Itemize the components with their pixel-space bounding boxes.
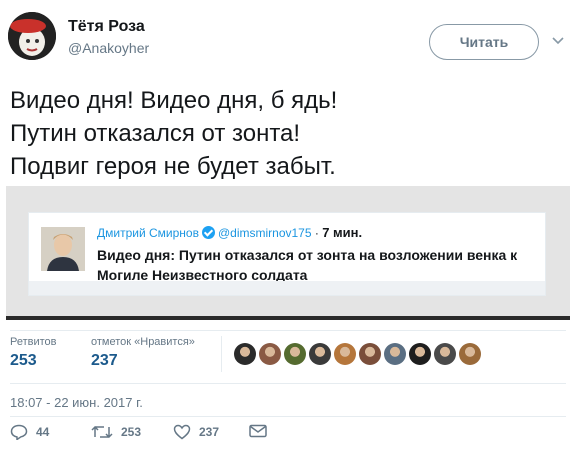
reply-count: 44 (36, 425, 50, 439)
retweet-icon (91, 425, 113, 439)
reply-button[interactable]: 44 (10, 424, 49, 440)
like-button[interactable]: 237 (173, 424, 219, 440)
quoted-time: 7 мин. (322, 225, 363, 240)
liker-avatar[interactable] (409, 343, 431, 365)
likers-avatars (234, 343, 481, 365)
retweets-count[interactable]: 253 (10, 352, 37, 370)
follow-button[interactable]: Читать (429, 24, 539, 60)
author-name[interactable]: Тётя Роза (68, 18, 145, 36)
retweet-button[interactable]: 253 (91, 424, 141, 440)
divider (10, 383, 566, 384)
divider (10, 416, 566, 417)
stats-divider (221, 336, 222, 372)
like-count: 237 (199, 425, 220, 439)
liker-avatar[interactable] (384, 343, 406, 365)
quoted-separator: · (314, 226, 319, 240)
quoted-author-handle: @dimsmirnov175 (217, 226, 312, 240)
avatar-image (8, 12, 56, 60)
direct-message-button[interactable] (249, 424, 267, 438)
liker-avatar[interactable] (459, 343, 481, 365)
liker-avatar[interactable] (309, 343, 331, 365)
liker-avatar[interactable] (434, 343, 456, 365)
verified-icon (201, 226, 215, 239)
liker-avatar[interactable] (334, 343, 356, 365)
quoted-tweet-footer (29, 281, 545, 295)
liker-avatar[interactable] (259, 343, 281, 365)
divider (10, 330, 566, 331)
liker-avatar[interactable] (234, 343, 256, 365)
avatar[interactable] (8, 12, 56, 60)
tweet-timestamp[interactable]: 18:07 - 22 июн. 2017 г. (10, 395, 143, 410)
retweets-label[interactable]: Ретвитов (10, 336, 57, 348)
tweet-text: Видео дня! Видео дня, б ядь! Путин отказ… (10, 87, 338, 180)
likes-label[interactable]: отметок «Нравится» (91, 336, 195, 348)
tweet-media[interactable]: Дмитрий Смирнов @dimsmirnov175 · 7 мин. В… (6, 186, 570, 320)
heart-icon (173, 424, 191, 440)
reply-icon (10, 424, 28, 440)
quoted-tweet-card: Дмитрий Смирнов @dimsmirnov175 · 7 мин. В… (28, 212, 546, 296)
chevron-down-icon[interactable] (550, 34, 566, 48)
liker-avatar[interactable] (359, 343, 381, 365)
quoted-tweet-header: Дмитрий Смирнов @dimsmirnov175 · 7 мин. (97, 225, 362, 240)
author-handle[interactable]: @Anakoyher (68, 40, 149, 56)
quoted-tweet-text: Видео дня: Путин отказался от зонта на в… (97, 247, 518, 283)
retweet-count: 253 (121, 425, 142, 439)
likes-count[interactable]: 237 (91, 352, 118, 370)
liker-avatar[interactable] (284, 343, 306, 365)
envelope-icon (249, 424, 267, 438)
quoted-author-photo (41, 227, 85, 271)
quoted-author-name: Дмитрий Смирнов (97, 226, 199, 240)
